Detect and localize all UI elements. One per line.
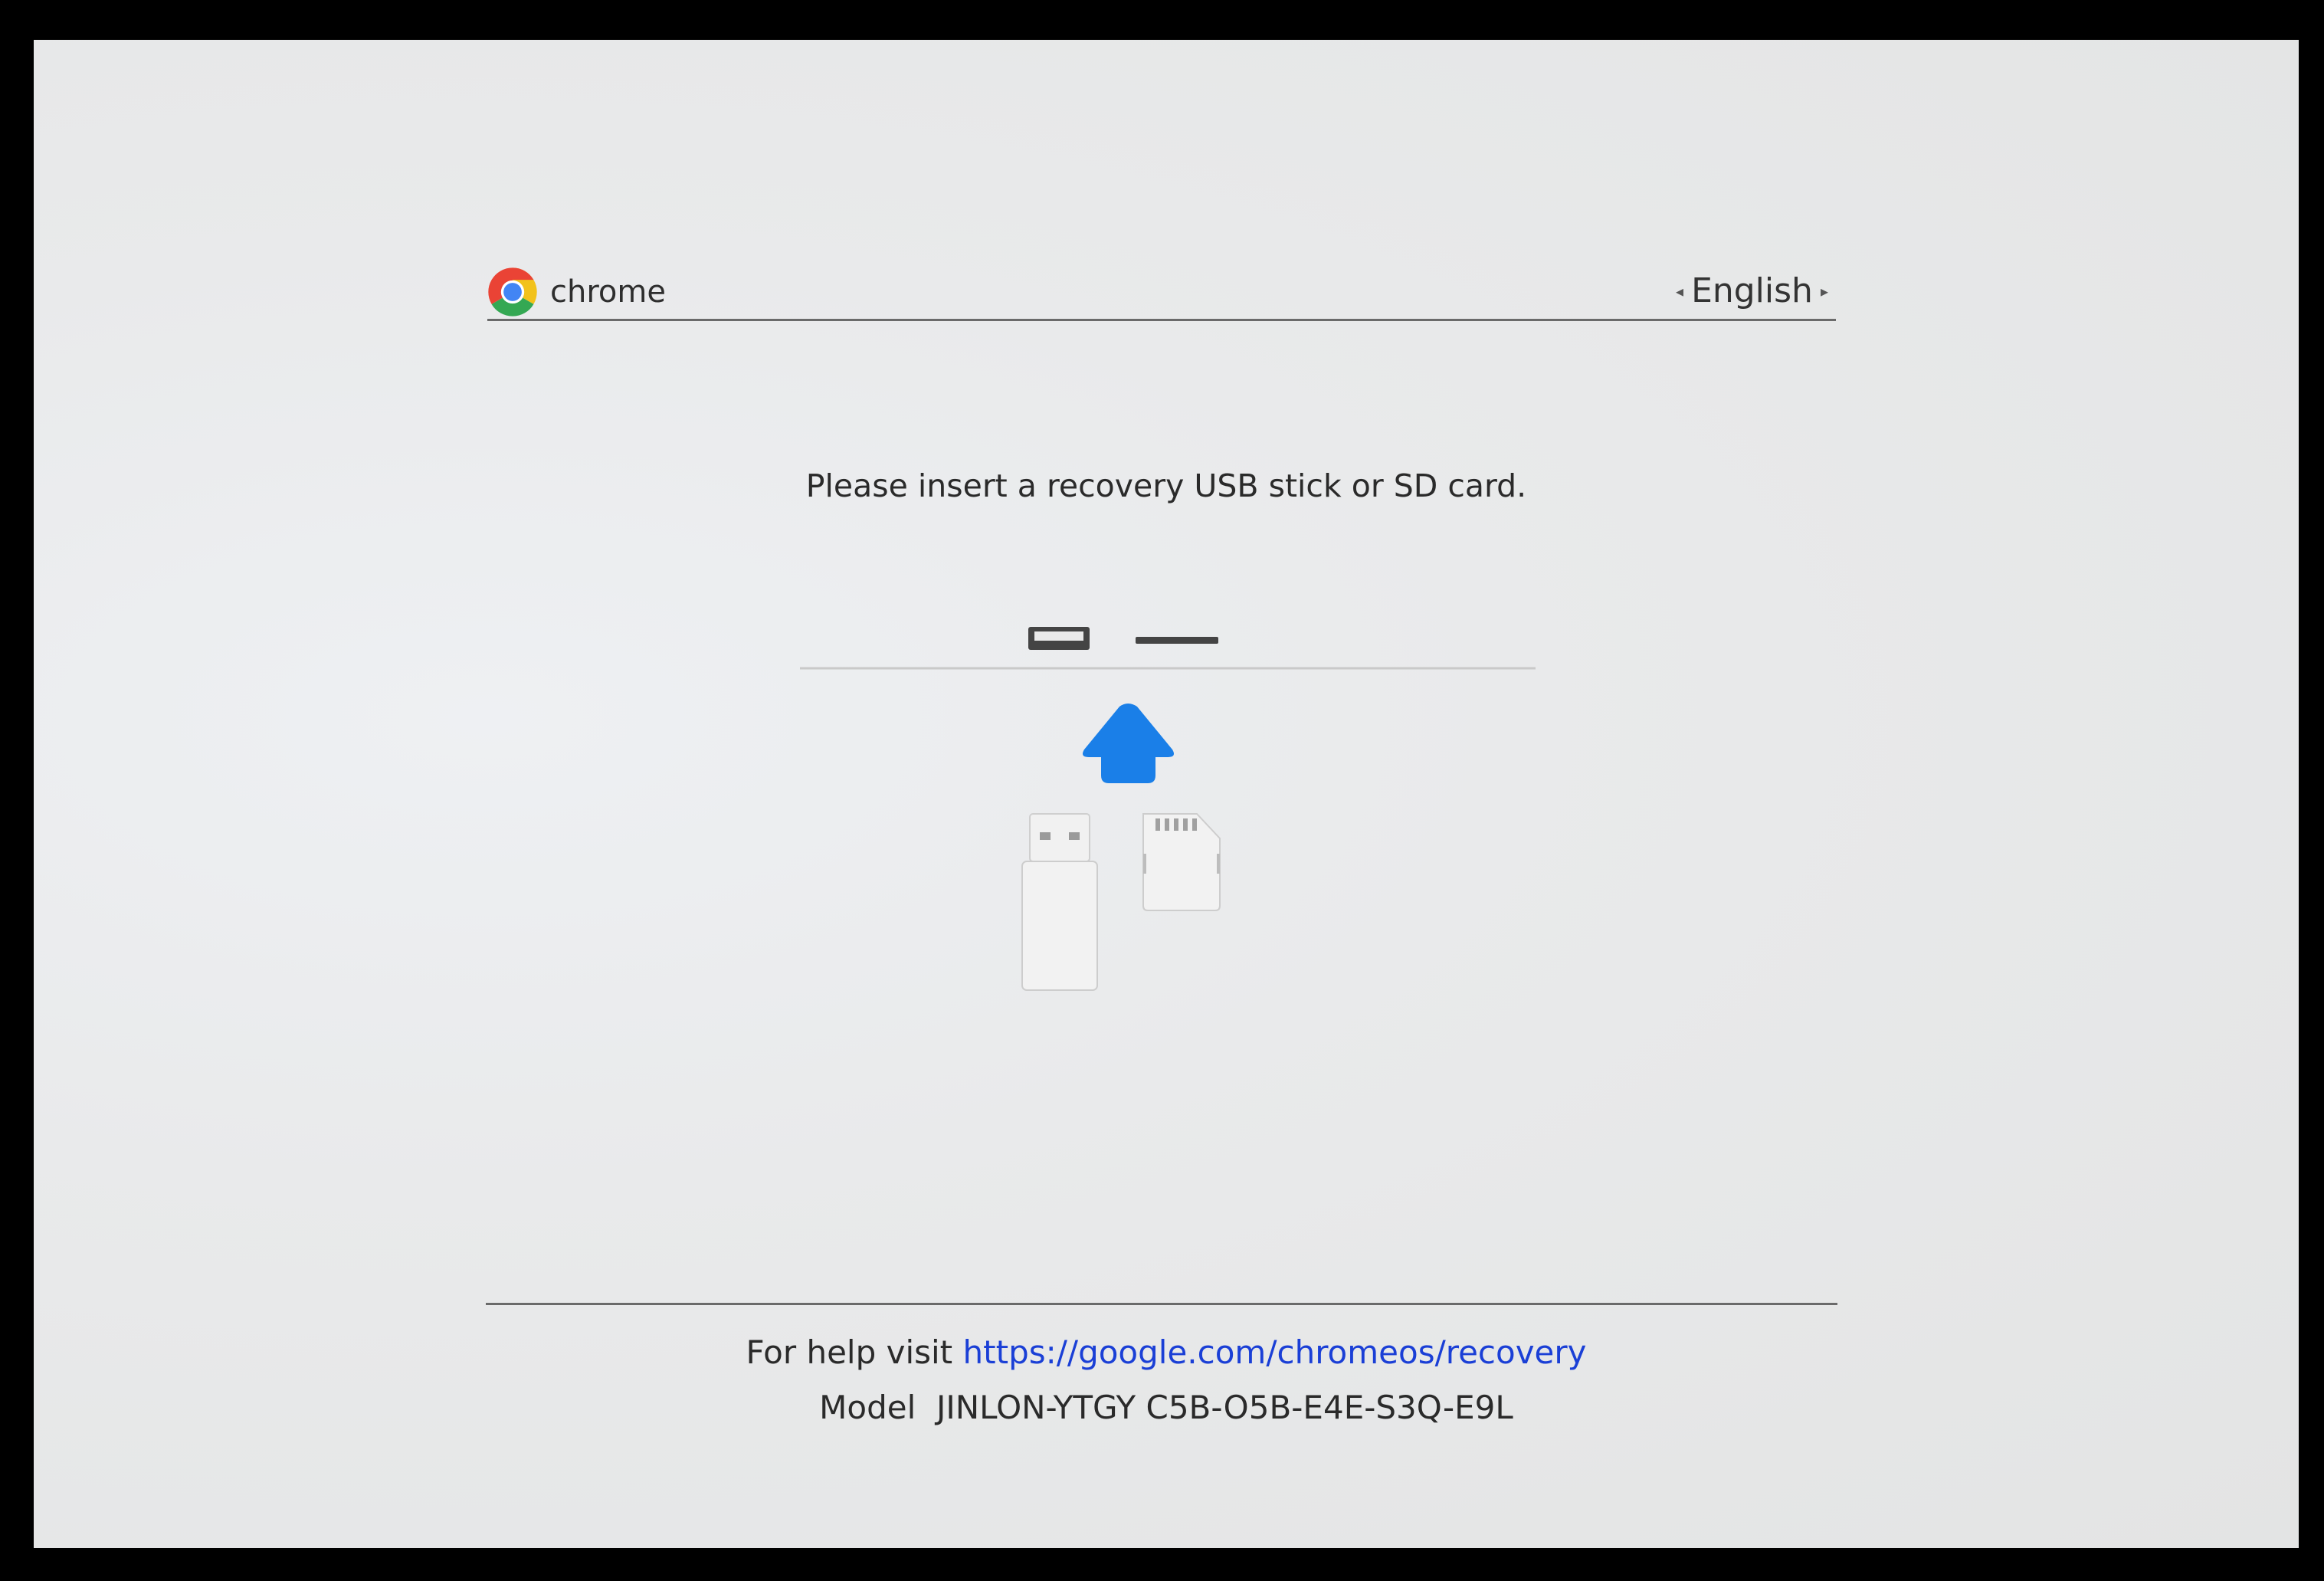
model-info: Model JINLON-YTGY C5B-O5B-E4E-S3Q-E9L (34, 1389, 2299, 1426)
help-prefix: For help visit (746, 1333, 953, 1371)
sd-slot-icon (1136, 637, 1218, 644)
usb-stick-icon (1021, 813, 1098, 991)
usb-port-icon (1028, 627, 1090, 650)
insert-illustration (800, 627, 1536, 991)
help-link[interactable]: https://google.com/chromeos/recovery (963, 1333, 1587, 1371)
recovery-screen: chrome ◂ English ▸ Please insert a recov… (34, 40, 2299, 1548)
model-value: JINLON-YTGY C5B-O5B-E4E-S3Q-E9L (936, 1389, 1513, 1426)
help-text: For help visit https://google.com/chrome… (34, 1333, 2299, 1371)
sd-card-icon (1142, 813, 1221, 911)
up-arrow-icon (1083, 704, 1174, 783)
model-label: Model (819, 1389, 916, 1426)
footer-divider (486, 1303, 1837, 1305)
